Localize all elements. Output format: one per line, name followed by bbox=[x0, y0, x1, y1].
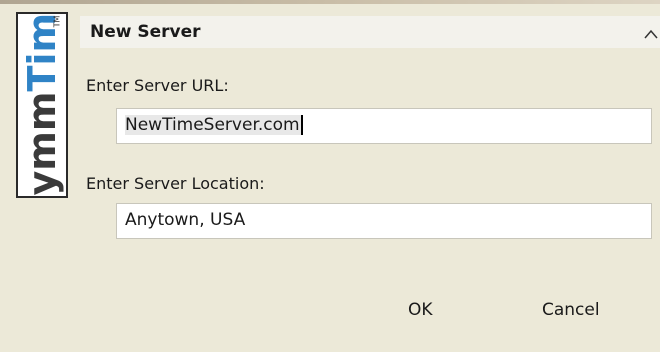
logo-wordmark: SymmTime bbox=[20, 14, 64, 198]
server-location-value: Anytown, USA bbox=[125, 210, 246, 230]
symmtime-logo: SymmTime TM bbox=[16, 12, 68, 198]
server-url-label: Enter Server URL: bbox=[86, 76, 229, 95]
trademark-mark: TM bbox=[52, 15, 62, 28]
server-url-value: NewTimeServer.com bbox=[125, 115, 303, 135]
server-location-input[interactable]: Anytown, USA bbox=[116, 203, 652, 239]
logo-text-symm: Symm bbox=[20, 91, 64, 198]
dialog-title-bar: New Server bbox=[80, 16, 660, 48]
new-server-dialog: SymmTime TM New Server Enter Server URL:… bbox=[0, 0, 660, 352]
dialog-title: New Server bbox=[90, 22, 201, 42]
server-url-input[interactable]: NewTimeServer.com bbox=[116, 108, 652, 144]
window-top-border bbox=[0, 0, 660, 4]
cancel-button[interactable]: Cancel bbox=[542, 300, 600, 320]
collapse-up-icon[interactable] bbox=[644, 25, 658, 39]
server-location-label: Enter Server Location: bbox=[86, 174, 265, 193]
ok-button[interactable]: OK bbox=[408, 300, 433, 320]
